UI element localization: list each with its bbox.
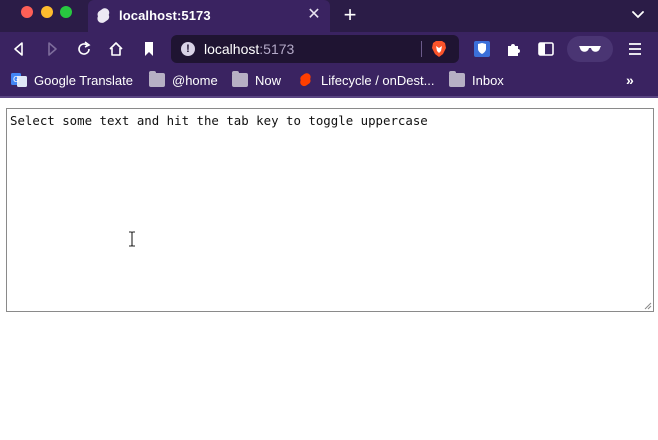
svg-text:G: G — [13, 75, 19, 84]
tab-title: localhost:5173 — [119, 8, 211, 23]
editor-text[interactable]: Select some text and hit the tab key to … — [10, 113, 428, 128]
tab-localhost[interactable]: localhost:5173 ✕ — [88, 0, 330, 32]
bookmark-lifecycle[interactable]: Lifecycle / onDest... — [298, 73, 434, 91]
bookmark-icon[interactable] — [140, 40, 158, 58]
bookmark-google-translate[interactable]: G Google Translate — [11, 73, 133, 91]
sidebar-icon[interactable] — [537, 40, 555, 58]
close-tab-icon[interactable]: ✕ — [306, 7, 322, 23]
text-cursor-icon — [129, 231, 135, 247]
svelte-icon — [300, 73, 311, 87]
url-text[interactable]: localhost:5173 — [204, 41, 294, 57]
page-content: Select some text and hit the tab key to … — [0, 98, 658, 440]
folder-icon — [232, 71, 248, 87]
resize-handle-icon[interactable] — [642, 300, 652, 310]
google-translate-icon: G — [11, 73, 27, 87]
new-tab-button[interactable]: + — [340, 4, 360, 26]
address-bar[interactable]: ! localhost:5173 — [171, 35, 459, 63]
back-icon[interactable] — [10, 40, 28, 58]
minimize-window-button[interactable] — [41, 6, 53, 18]
profile-button[interactable] — [567, 36, 613, 62]
bookmark-label: Now — [255, 73, 282, 88]
url-host: localhost — [204, 41, 260, 57]
folder-icon — [149, 71, 165, 87]
zoom-window-button[interactable] — [60, 6, 72, 18]
bookmark-label: Google Translate — [34, 73, 134, 88]
url-port: :5173 — [259, 41, 295, 57]
bookmark-label: Inbox — [472, 73, 504, 88]
extensions-puzzle-icon[interactable] — [505, 40, 523, 58]
browser-chrome: localhost:5173 ✕ + ! localhost:5173 G Go… — [0, 0, 658, 98]
hamburger-menu-icon[interactable] — [627, 40, 643, 58]
private-glasses-icon — [579, 46, 601, 52]
bookmark-folder-now[interactable]: Now — [232, 71, 282, 91]
extension-shield-icon[interactable] — [473, 40, 491, 58]
forward-icon[interactable] — [43, 40, 61, 58]
brave-shields-icon[interactable] — [429, 39, 449, 59]
folder-icon — [449, 71, 465, 87]
tab-strip: localhost:5173 ✕ + — [0, 0, 658, 32]
svelte-icon — [97, 8, 110, 23]
reload-icon[interactable] — [75, 40, 93, 58]
url-divider — [421, 41, 422, 57]
bookmarks-overflow-button[interactable]: » — [626, 72, 634, 88]
home-icon[interactable] — [107, 40, 125, 58]
bookmark-folder-home[interactable]: @home — [149, 71, 218, 91]
bookmarks-bar: G Google Translate @home Now Lifecycle /… — [0, 66, 658, 96]
bookmark-label: @home — [172, 73, 218, 88]
close-window-button[interactable] — [21, 6, 33, 18]
bookmark-folder-inbox[interactable]: Inbox — [449, 71, 504, 91]
chevron-down-icon[interactable] — [630, 6, 646, 22]
bookmark-label: Lifecycle / onDest... — [321, 73, 435, 88]
text-editor[interactable]: Select some text and hit the tab key to … — [6, 108, 654, 312]
site-info-icon[interactable]: ! — [181, 42, 195, 56]
